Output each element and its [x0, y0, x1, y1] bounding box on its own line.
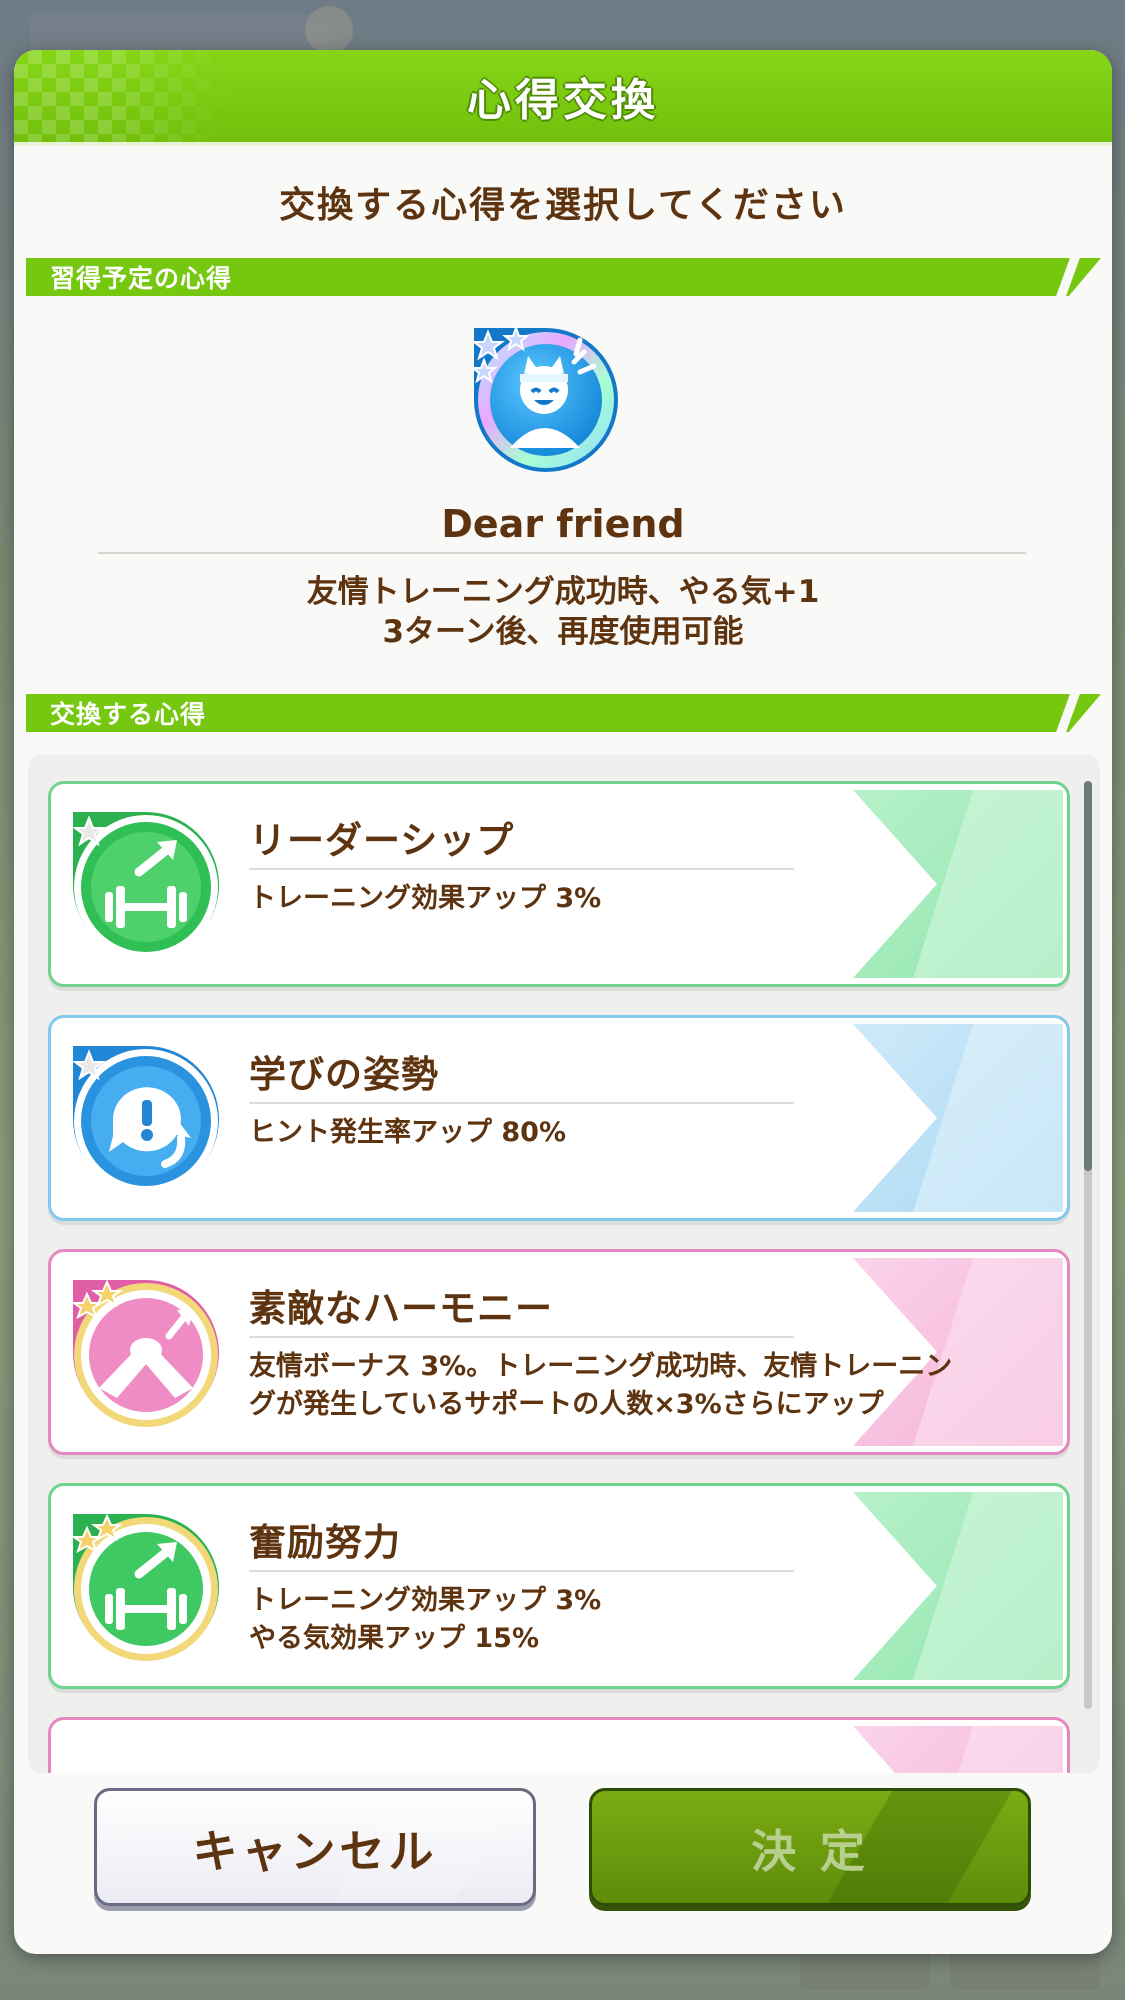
skill-desc-line: トレーニング効果アップ 3% [249, 1585, 602, 1616]
skill-card-harmony[interactable]: 素敵なハーモニー 友情ボーナス 3%。トレーニング成功時、友情トレーニン グが発… [48, 1249, 1070, 1455]
background-header [30, 14, 330, 54]
dialog-title: 心得交換 [467, 75, 659, 126]
dumbbell-up-icon [69, 808, 223, 962]
skill-desc-line: グが発生しているサポートの人数×3%さらにアップ [249, 1389, 884, 1420]
planned-desc-line1: 友情トレーニング成功時、やる気+1 [306, 574, 820, 610]
cancel-button-label: キャンセル [192, 1824, 438, 1878]
skill-card-effort[interactable]: 奮励努力 トレーニング効果アップ 3% やる気効果アップ 15% [48, 1483, 1070, 1689]
planned-section-bar: 習得予定の心得 [26, 258, 1101, 296]
skill-description: ヒント発生率アップ 80% [249, 1114, 1049, 1152]
friend-face-icon [466, 318, 626, 478]
dumbbell-up-icon [69, 1510, 223, 1664]
scrollbar-thumb[interactable] [1084, 781, 1092, 1171]
header-pattern [14, 50, 234, 146]
exchange-section-label: 交換する心得 [50, 700, 207, 729]
skill-name: 学びの姿勢 [249, 1053, 439, 1096]
skill-description: 友情ボーナス 3%。トレーニング成功時、友情トレーニン グが発生しているサポート… [249, 1348, 1049, 1424]
skill-card-leadership[interactable]: リーダーシップ トレーニング効果アップ 3% [48, 781, 1070, 987]
dialog-header: 心得交換 [14, 50, 1112, 146]
planned-section-label: 習得予定の心得 [50, 264, 233, 293]
cancel-button[interactable]: キャンセル [94, 1788, 536, 1906]
exchange-section-bar: 交換する心得 [26, 694, 1101, 732]
skill-name: 奮励努力 [249, 1521, 401, 1564]
planned-desc-line2: 3ターン後、再度使用可能 [382, 614, 744, 650]
skill-desc-line: やる気効果アップ 15% [249, 1623, 540, 1654]
skill-card-learning-attitude[interactable]: 学びの姿勢 ヒント発生率アップ 80% [48, 1015, 1070, 1221]
skill-name: 素敵なハーモニー [249, 1287, 553, 1330]
background-icon [305, 6, 353, 54]
hint-exclaim-icon [69, 1042, 223, 1196]
planned-divider [98, 552, 1026, 554]
skill-card-partial[interactable] [48, 1717, 1070, 1773]
skill-desc-line: ヒント発生率アップ 80% [249, 1117, 567, 1148]
confirm-button[interactable]: 決 定 [589, 1788, 1031, 1906]
skill-description: トレーニング効果アップ 3% [249, 880, 1049, 918]
confirm-button-label: 決 定 [751, 1824, 869, 1878]
planned-skill-name: Dear friend [441, 502, 685, 546]
planned-skill-description: 友情トレーニング成功時、やる気+1 3ターン後、再度使用可能 [14, 572, 1112, 652]
list-scrollbar[interactable] [1084, 781, 1092, 1709]
skill-desc-line: 友情ボーナス 3%。トレーニング成功時、友情トレーニン [249, 1351, 953, 1382]
skill-description: トレーニング効果アップ 3% やる気効果アップ 15% [249, 1582, 1049, 1658]
skill-exchange-dialog: 心得交換 交換する心得を選択してください 習得予定の心得 Dear friend… [14, 50, 1112, 1954]
skill-desc-line: トレーニング効果アップ 3% [249, 883, 602, 914]
background-button [950, 1950, 1100, 1990]
instruction-text: 交換する心得を選択してください [279, 185, 847, 226]
background-button [800, 1950, 930, 1990]
skill-name: リーダーシップ [249, 819, 515, 862]
skill-list[interactable]: リーダーシップ トレーニング効果アップ 3% 学びの姿勢 ヒント発生率アップ 8… [28, 755, 1100, 1773]
handshake-icon [69, 1276, 223, 1430]
